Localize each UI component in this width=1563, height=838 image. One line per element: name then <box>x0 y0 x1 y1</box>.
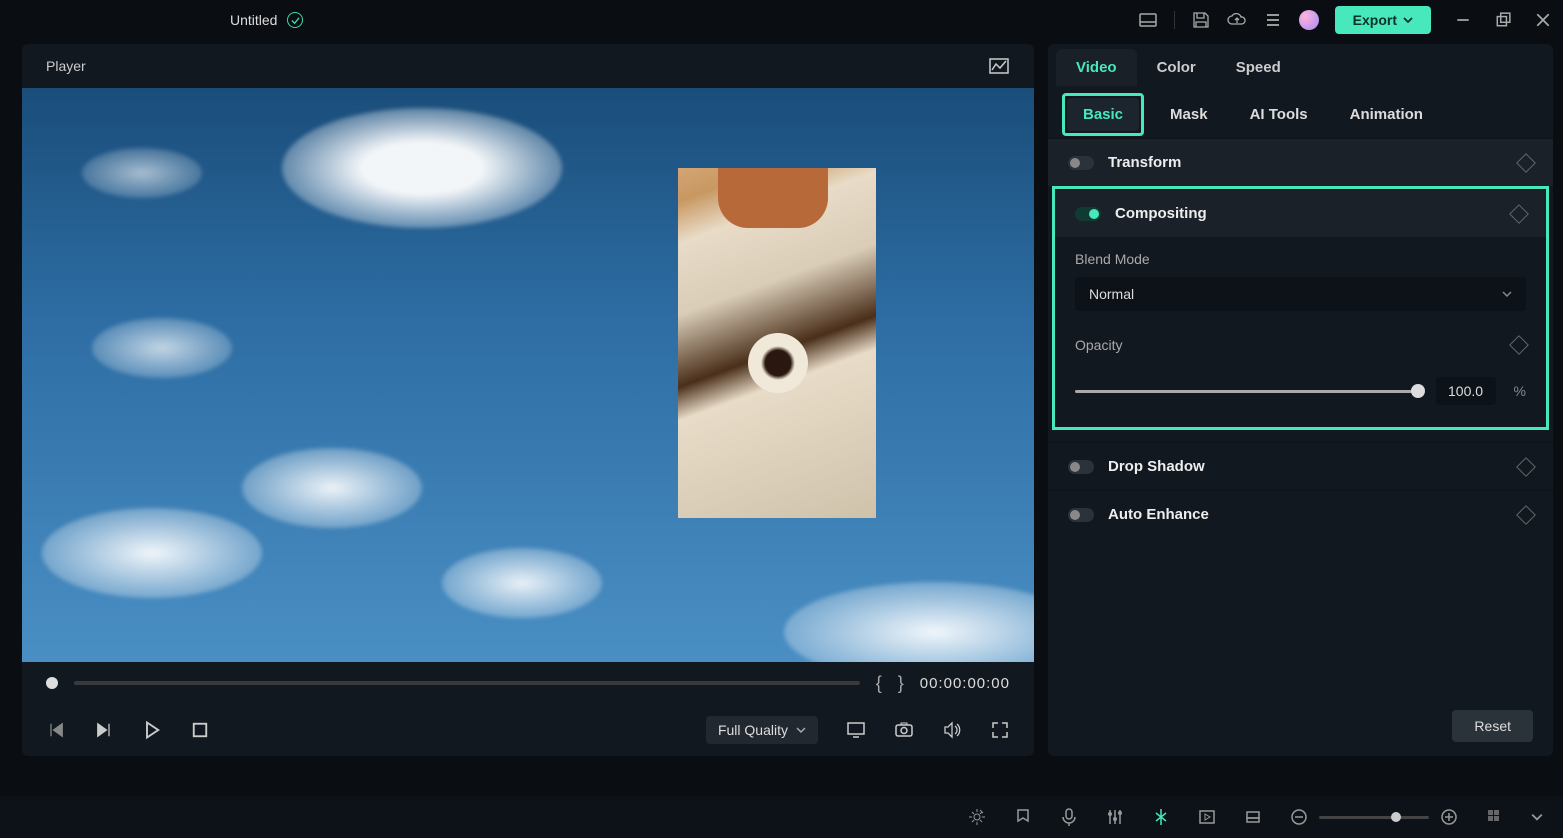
bottom-toolbar <box>0 796 1563 838</box>
snapshot-icon[interactable] <box>894 720 914 740</box>
section-transform[interactable]: Transform <box>1048 138 1553 186</box>
mixer-icon[interactable] <box>1105 807 1125 827</box>
properties-panel: Video Color Speed Basic Mask AI Tools An… <box>1048 44 1553 756</box>
step-fwd-icon[interactable] <box>94 720 114 740</box>
scope-icon[interactable] <box>988 55 1010 77</box>
zoom-in-icon[interactable] <box>1439 807 1459 827</box>
tab-color[interactable]: Color <box>1137 49 1216 86</box>
section-drop-shadow[interactable]: Drop Shadow <box>1048 442 1553 490</box>
subtab-animation[interactable]: Animation <box>1334 98 1439 131</box>
fullscreen-icon[interactable] <box>990 720 1010 740</box>
opacity-label: Opacity <box>1075 337 1122 353</box>
quality-select[interactable]: Full Quality <box>706 716 818 744</box>
maximize-icon[interactable] <box>1495 12 1511 28</box>
tab-video[interactable]: Video <box>1056 49 1137 86</box>
keyframe-icon[interactable] <box>1509 204 1529 224</box>
drop-shadow-toggle[interactable] <box>1068 460 1094 474</box>
crop-icon[interactable] <box>1197 807 1217 827</box>
subtab-ai-tools[interactable]: AI Tools <box>1234 98 1324 131</box>
subtab-mask[interactable]: Mask <box>1154 98 1224 131</box>
player-label: Player <box>46 58 86 74</box>
subtab-basic[interactable]: Basic <box>1067 98 1139 131</box>
blend-mode-label: Blend Mode <box>1075 251 1526 267</box>
timecode: 00:00:00:00 <box>920 675 1010 692</box>
menu-icon[interactable] <box>1263 10 1283 30</box>
user-avatar[interactable] <box>1299 10 1319 30</box>
keyframe-icon[interactable] <box>1516 457 1536 477</box>
timeline-scrubber[interactable] <box>74 681 860 685</box>
sub-tabs: Basic Mask AI Tools Animation <box>1048 90 1553 138</box>
keyframe-icon[interactable] <box>1516 505 1536 525</box>
opacity-slider[interactable] <box>1075 390 1418 393</box>
chevron-down-icon[interactable] <box>1531 807 1543 827</box>
zoom-out-icon[interactable] <box>1289 807 1309 827</box>
mark-out-icon[interactable]: } <box>898 673 904 694</box>
volume-icon[interactable] <box>942 720 962 740</box>
transform-toggle[interactable] <box>1068 156 1094 170</box>
voiceover-icon[interactable] <box>1059 807 1079 827</box>
display-icon[interactable] <box>846 720 866 740</box>
prev-frame-icon[interactable] <box>46 720 66 740</box>
auto-enhance-toggle[interactable] <box>1068 508 1094 522</box>
marker-icon[interactable] <box>1013 807 1033 827</box>
opacity-value[interactable]: 100.0 <box>1436 377 1496 405</box>
align-icon <box>1151 807 1171 827</box>
compositing-toggle[interactable] <box>1075 207 1101 221</box>
reset-button[interactable]: Reset <box>1452 710 1533 742</box>
grid-view-icon[interactable] <box>1485 807 1505 827</box>
export-button[interactable]: Export <box>1335 6 1431 34</box>
section-compositing[interactable]: Compositing <box>1055 189 1546 237</box>
ripple-icon[interactable] <box>1243 807 1263 827</box>
zoom-slider[interactable] <box>1319 816 1429 819</box>
saved-check-icon <box>287 12 303 28</box>
overlay-clip[interactable] <box>678 168 876 518</box>
titlebar: Untitled Export <box>0 0 1563 40</box>
stop-icon[interactable] <box>190 720 210 740</box>
player-panel: Player { } 00:00:0 <box>22 44 1034 756</box>
playhead[interactable] <box>46 677 58 689</box>
compositing-highlight: Compositing Blend Mode Normal Opacity <box>1052 186 1549 430</box>
preview-canvas[interactable] <box>22 88 1034 662</box>
blend-mode-select[interactable]: Normal <box>1075 277 1526 311</box>
project-title: Untitled <box>230 12 277 28</box>
layout-icon[interactable] <box>1138 10 1158 30</box>
section-auto-enhance[interactable]: Auto Enhance <box>1048 490 1553 538</box>
minimize-icon[interactable] <box>1455 12 1471 28</box>
keyframe-icon[interactable] <box>1516 153 1536 173</box>
opacity-unit: % <box>1514 383 1526 399</box>
top-tabs: Video Color Speed <box>1048 44 1553 90</box>
save-icon[interactable] <box>1191 10 1211 30</box>
keyframe-icon[interactable] <box>1509 335 1529 355</box>
close-icon[interactable] <box>1535 12 1551 28</box>
cloud-icon[interactable] <box>1227 10 1247 30</box>
auto-beat-icon[interactable] <box>967 807 987 827</box>
play-icon[interactable] <box>142 720 162 740</box>
tab-speed[interactable]: Speed <box>1216 49 1301 86</box>
mark-in-icon[interactable]: { <box>876 673 882 694</box>
